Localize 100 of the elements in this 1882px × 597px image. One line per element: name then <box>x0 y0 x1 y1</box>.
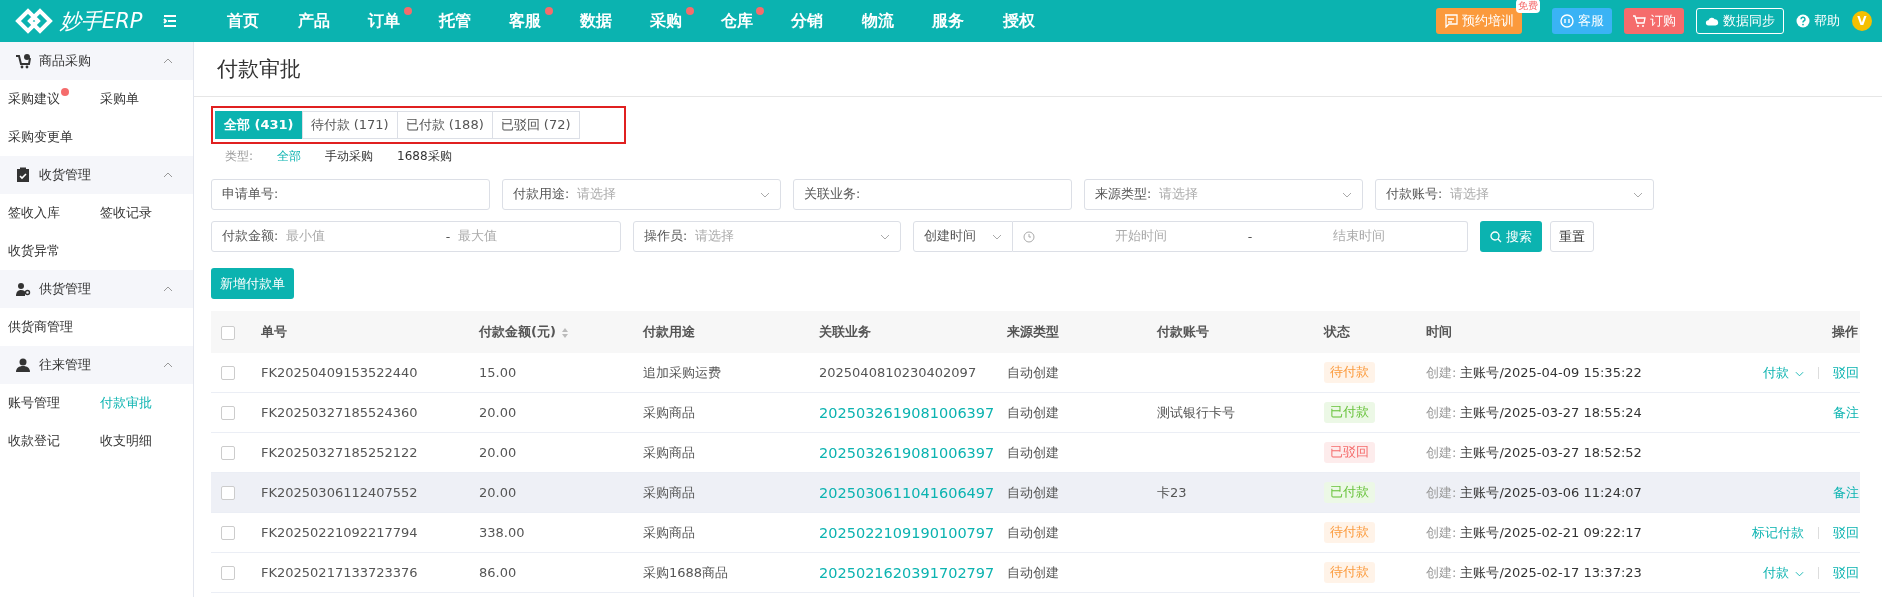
nav-item[interactable]: 服务 <box>913 10 984 32</box>
chat-icon <box>1444 14 1458 28</box>
sidebar-item[interactable]: 供货商管理 <box>8 308 82 346</box>
time-value: 主账号/2025-03-27 18:52:52 <box>1460 444 1642 460</box>
sidebar-item[interactable]: 签收入库 <box>8 194 69 232</box>
action-link[interactable]: 驳回 <box>1833 363 1859 382</box>
clock-icon <box>1023 230 1035 243</box>
sidebar-item[interactable]: 采购单 <box>100 80 148 118</box>
type-option[interactable]: 手动采购 <box>325 148 374 168</box>
table-cell: 自动创建 <box>1006 353 1156 393</box>
related-link[interactable]: 2025032619081006397 <box>819 404 995 421</box>
column-header: 付款账号 <box>1156 311 1323 353</box>
select-all-checkbox[interactable] <box>221 325 235 340</box>
related-link[interactable]: 2025022109190100797 <box>819 524 995 541</box>
sidebar-group-title: 往来管理 <box>39 356 91 374</box>
pay-dropdown[interactable]: 付款 <box>1763 363 1804 382</box>
action-link[interactable]: 驳回 <box>1833 523 1859 542</box>
sidebar-group-header[interactable]: 供货管理 <box>0 270 193 308</box>
select-field[interactable]: 付款用途: 请选择 <box>502 179 781 210</box>
date-type-select[interactable]: 创建时间 <box>913 221 1013 252</box>
sidebar-group-header[interactable]: 往来管理 <box>0 346 193 384</box>
select-field[interactable]: 付款账号: 请选择 <box>1375 179 1654 210</box>
chevron-icon[interactable] <box>163 362 173 368</box>
headset-icon <box>1560 14 1574 28</box>
nav-item[interactable]: 分销 <box>772 10 843 32</box>
time-label: 创建: <box>1426 524 1457 540</box>
pay-dropdown[interactable]: 付款 <box>1763 563 1804 582</box>
nav-item[interactable]: 授权 <box>983 10 1054 32</box>
chevron-icon[interactable] <box>163 58 173 64</box>
nav-item[interactable]: 托管 <box>419 10 490 32</box>
table-cell: 20.00 <box>478 432 642 473</box>
action-link[interactable]: 标记付款 <box>1752 523 1804 542</box>
chevron-down-icon <box>760 191 770 198</box>
add-payment-button[interactable]: 新增付款单 <box>211 268 294 299</box>
status-tag: 待付款 <box>1324 522 1375 543</box>
avatar[interactable]: V <box>1852 11 1872 31</box>
tab[interactable]: 已付款 (188) <box>396 111 493 139</box>
select-field[interactable]: 来源类型: 请选择 <box>1084 179 1363 210</box>
row-checkbox[interactable] <box>221 446 235 461</box>
text-field[interactable]: 申请单号: <box>211 179 490 210</box>
sidebar-group-header[interactable]: 商品采购 <box>0 42 193 80</box>
nav-item[interactable]: 数据 <box>560 10 631 32</box>
sidebar-item[interactable]: 付款审批 <box>100 384 161 422</box>
action-link[interactable]: 备注 <box>1833 403 1859 422</box>
sidebar-item[interactable]: 收支明细 <box>100 422 161 460</box>
table-cell: 采购1688商品 <box>642 552 818 593</box>
sidebar-item[interactable]: 采购建议 <box>8 80 69 118</box>
clipboard-icon <box>15 167 31 183</box>
table-cell: FK20250221092217794 <box>260 512 478 553</box>
time-value: 主账号/2025-02-17 13:37:23 <box>1460 564 1642 580</box>
nav-item[interactable]: 客服 <box>490 10 561 32</box>
help-button[interactable]: 帮助 <box>1796 8 1840 34</box>
service-button[interactable]: 客服 <box>1552 8 1612 34</box>
row-checkbox[interactable] <box>221 566 235 581</box>
type-option[interactable]: 全部 <box>277 148 302 168</box>
text-field[interactable]: 关联业务: <box>793 179 1072 210</box>
search-button[interactable]: 搜索 <box>1480 221 1542 252</box>
table-cell: 采购商品 <box>642 432 818 473</box>
nav-item[interactable]: 首页 <box>208 10 279 32</box>
time-value: 主账号/2025-04-09 15:35:22 <box>1460 364 1642 380</box>
nav-item[interactable]: 采购 <box>631 10 702 32</box>
tab[interactable]: 待付款 (171) <box>301 111 398 139</box>
sidebar-group-title: 商品采购 <box>39 52 91 70</box>
sort-icon[interactable] <box>560 326 569 339</box>
chevron-icon[interactable] <box>163 172 173 178</box>
nav-item[interactable]: 仓库 <box>701 10 772 32</box>
table-cell: FK20250327185252122 <box>260 432 478 473</box>
table-cell: 测试银行卡号 <box>1157 404 1235 420</box>
tab[interactable]: 已驳回 (72) <box>491 111 580 139</box>
select-field[interactable]: 操作员: 请选择 <box>633 221 901 252</box>
status-tag: 已付款 <box>1324 482 1375 503</box>
sync-button[interactable]: 数据同步 <box>1696 8 1784 34</box>
table-cell: 自动创建 <box>1006 472 1156 513</box>
amount-range-field[interactable]: 付款金额: 最小值 - 最大值 <box>211 221 621 252</box>
sidebar-item[interactable]: 采购变更单 <box>8 118 82 156</box>
sidebar-item[interactable]: 收货异常 <box>8 232 69 270</box>
reset-button[interactable]: 重置 <box>1550 221 1594 252</box>
action-link[interactable]: 驳回 <box>1833 563 1859 582</box>
date-range-field[interactable]: 开始时间 - 结束时间 <box>1013 221 1468 252</box>
sidebar-group-header[interactable]: 收货管理 <box>0 156 193 194</box>
related-link[interactable]: 2025032619081006397 <box>819 444 995 461</box>
sidebar-item[interactable]: 签收记录 <box>100 194 161 232</box>
status-tag: 待付款 <box>1324 562 1375 583</box>
nav-item[interactable]: 产品 <box>278 10 349 32</box>
nav-item[interactable]: 物流 <box>842 10 913 32</box>
chevron-icon[interactable] <box>163 286 173 292</box>
sidebar-item[interactable]: 账号管理 <box>8 384 69 422</box>
type-option[interactable]: 1688采购 <box>397 148 452 168</box>
row-checkbox[interactable] <box>221 486 235 501</box>
time-label: 创建: <box>1426 364 1457 380</box>
row-checkbox[interactable] <box>221 526 235 541</box>
sidebar-item[interactable]: 收款登记 <box>8 422 69 460</box>
related-link[interactable]: 2025021620391702797 <box>819 564 995 581</box>
row-checkbox[interactable] <box>221 406 235 421</box>
menu-icon[interactable] <box>162 15 177 27</box>
order-button[interactable]: 订购 <box>1624 8 1684 34</box>
row-checkbox[interactable] <box>221 366 235 381</box>
tab[interactable]: 全部 (431) <box>215 111 303 139</box>
action-link[interactable]: 备注 <box>1833 483 1859 502</box>
nav-item[interactable]: 订单 <box>349 10 420 32</box>
